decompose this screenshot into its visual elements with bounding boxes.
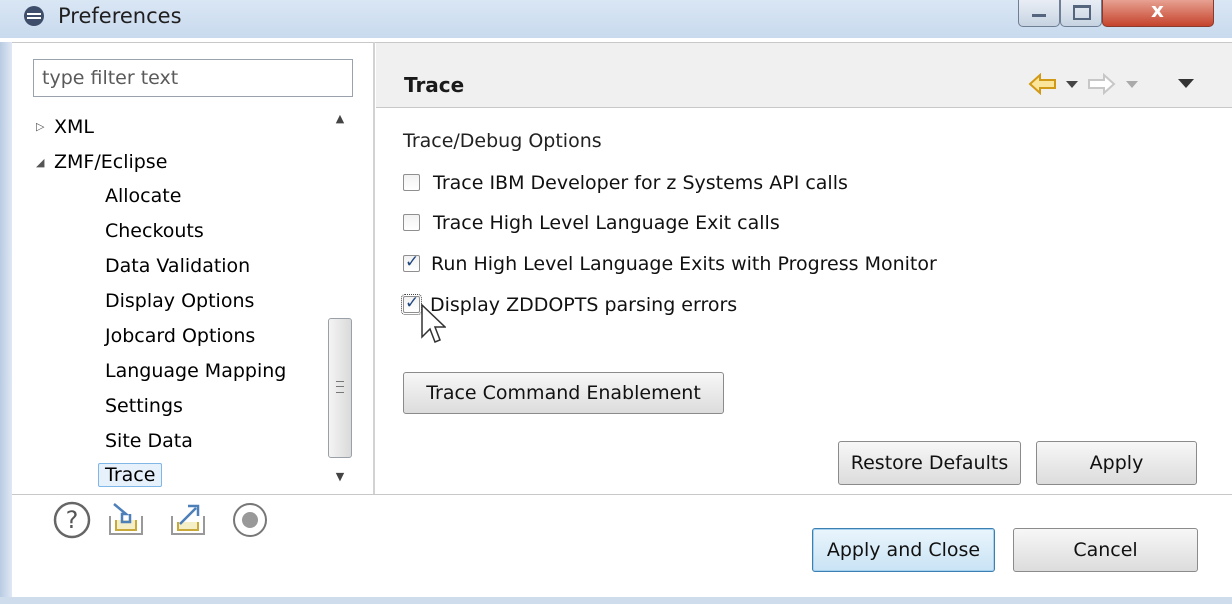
window-title: Preferences — [58, 4, 182, 28]
page-title: Trace — [404, 73, 465, 97]
option-label: Display ZDDOPTS parsing errors — [430, 294, 738, 316]
maximize-button[interactable] — [1060, 0, 1102, 27]
help-icon[interactable]: ? — [52, 500, 92, 540]
tree-item-data-validation[interactable]: Data Validation — [105, 251, 250, 281]
scrollbar-thumb[interactable] — [328, 318, 352, 458]
record-icon[interactable] — [230, 500, 270, 540]
minimize-button[interactable] — [1018, 0, 1060, 27]
scroll-down-arrow-icon[interactable]: ▼ — [325, 470, 355, 490]
cancel-button[interactable]: Cancel — [1013, 528, 1198, 572]
page-header: Trace — [376, 43, 1232, 108]
tree-item-jobcard-options[interactable]: Jobcard Options — [105, 321, 255, 351]
tree-item-label: Checkouts — [105, 220, 204, 242]
option-label: Trace IBM Developer for z Systems API ca… — [433, 172, 848, 194]
tree-item-label: Data Validation — [105, 255, 251, 277]
back-arrow-icon[interactable] — [1028, 73, 1058, 95]
checkbox[interactable] — [403, 174, 420, 191]
restore-defaults-button[interactable]: Restore Defaults — [838, 441, 1021, 485]
window-left-border — [0, 42, 12, 604]
svg-text:?: ? — [66, 506, 79, 534]
dialog-separator — [12, 494, 1232, 495]
checkbox[interactable] — [403, 214, 420, 231]
import-icon[interactable] — [104, 500, 144, 540]
checkbox[interactable] — [403, 252, 420, 272]
option-label: Run High Level Language Exits with Progr… — [431, 253, 937, 275]
back-dropdown-icon[interactable] — [1066, 81, 1078, 89]
tree-item-label: Trace — [98, 463, 163, 487]
tree-item-label: XML — [54, 116, 94, 138]
tree-item-label: Display Options — [105, 290, 255, 312]
mouse-cursor-icon — [421, 303, 446, 343]
export-icon[interactable] — [166, 500, 206, 540]
pane-divider[interactable] — [373, 42, 375, 494]
close-button[interactable] — [1102, 0, 1214, 27]
section-label: Trace/Debug Options — [403, 130, 602, 152]
option-label: Trace High Level Language Exit calls — [433, 212, 780, 234]
forward-dropdown-icon[interactable] — [1126, 81, 1138, 89]
scroll-up-arrow-icon[interactable]: ▲ — [325, 112, 355, 132]
expand-arrow-icon[interactable]: ▷ — [36, 112, 44, 142]
apply-and-close-button[interactable]: Apply and Close — [812, 528, 995, 572]
tree-item-trace[interactable]: Trace — [98, 460, 163, 490]
apply-button[interactable]: Apply — [1036, 441, 1197, 485]
tree-item-checkouts[interactable]: Checkouts — [105, 216, 204, 246]
tree-item-label: Allocate — [105, 185, 182, 207]
tree-item-language-mapping[interactable]: Language Mapping — [105, 356, 286, 386]
view-menu-icon[interactable] — [1178, 79, 1194, 89]
checkbox[interactable] — [401, 293, 422, 315]
tree-item-allocate[interactable]: Allocate — [105, 181, 181, 211]
tree-item-label: ZMF/Eclipse — [54, 151, 168, 173]
grip-icon — [336, 381, 344, 393]
window-bottom-border — [0, 597, 1232, 604]
tree-item-label: Settings — [105, 395, 183, 417]
eclipse-app-icon — [24, 6, 44, 26]
tree-item-label: Site Data — [105, 430, 193, 452]
title-bar: Preferences — [0, 0, 1232, 38]
tree-item-label: Jobcard Options — [105, 325, 256, 347]
tree-item-label: Language Mapping — [105, 360, 287, 382]
filter-input[interactable] — [33, 59, 353, 97]
collapse-arrow-icon[interactable]: ◢ — [36, 148, 44, 178]
tree-scrollbar[interactable]: ▲ ▼ — [325, 110, 355, 490]
tree-item-display-options[interactable]: Display Options — [105, 286, 254, 316]
tree-item-site-data[interactable]: Site Data — [105, 426, 193, 456]
tree-item-settings[interactable]: Settings — [105, 391, 183, 421]
trace-command-enablement-button[interactable]: Trace Command Enablement — [403, 372, 724, 414]
forward-arrow-icon[interactable] — [1086, 73, 1116, 95]
